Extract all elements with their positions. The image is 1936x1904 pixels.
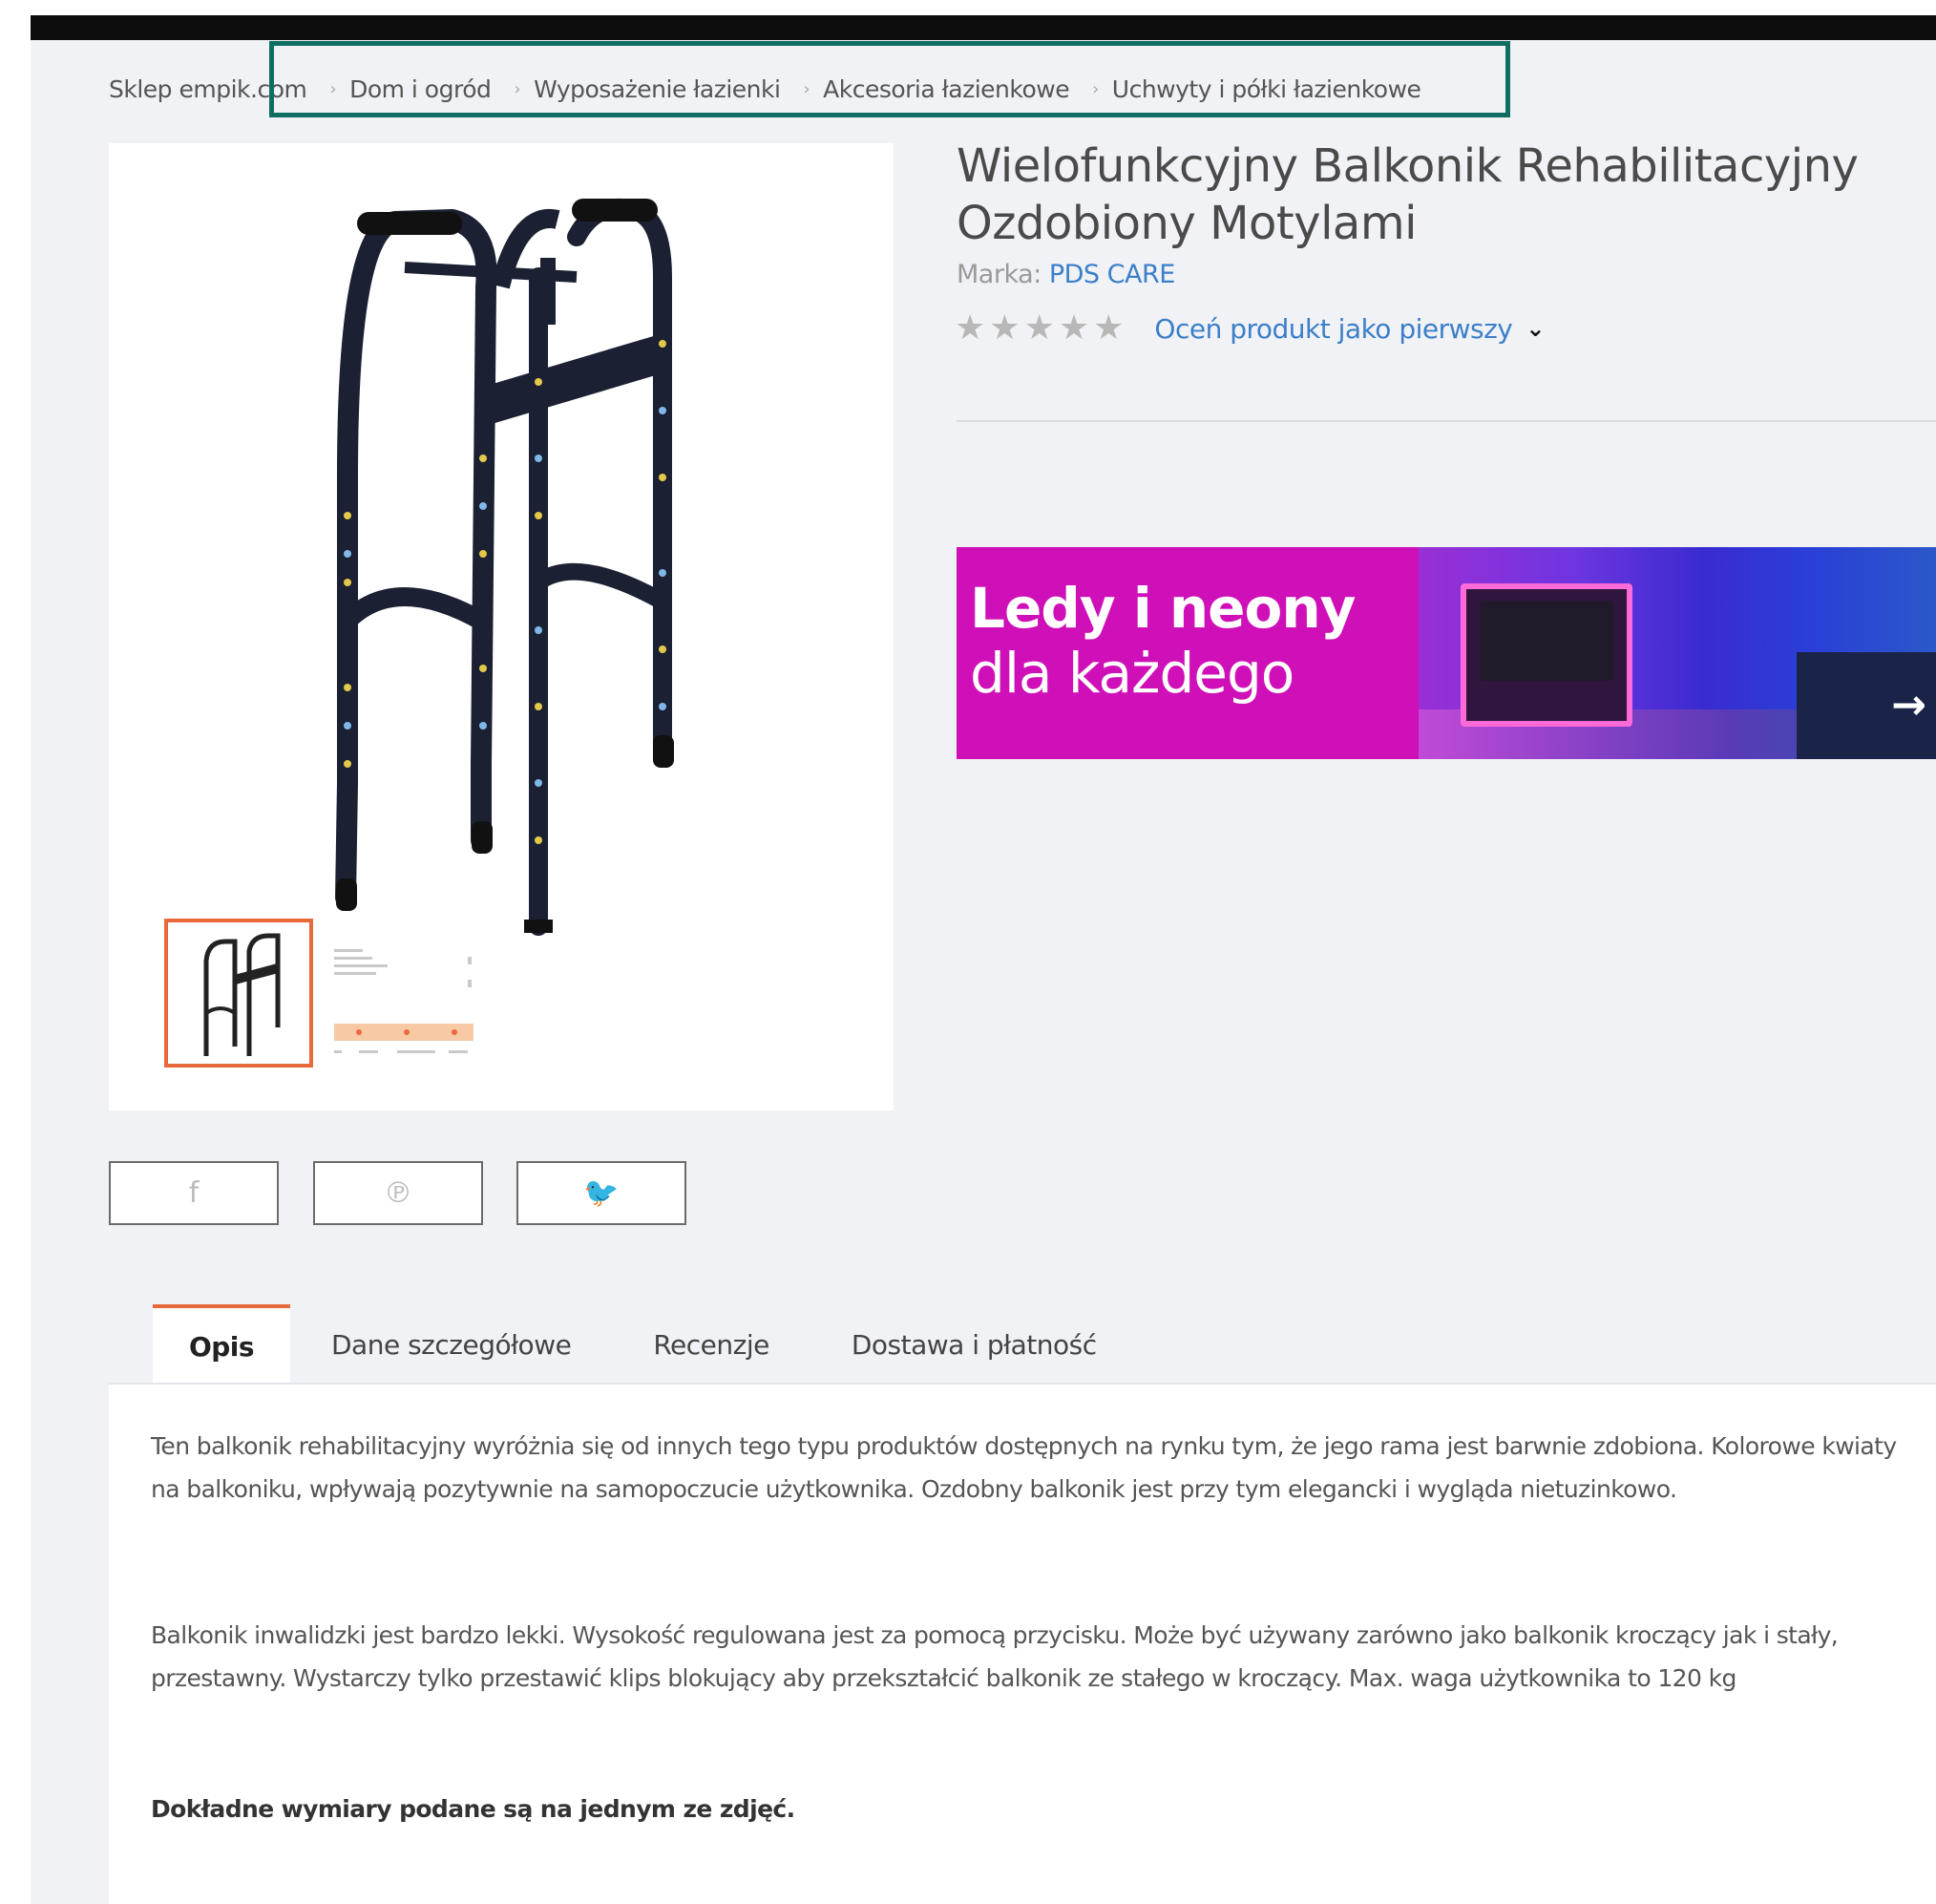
rate-product-link[interactable]: Oceń produkt jako pierwszy <box>1154 313 1512 345</box>
thumbnail-2[interactable] <box>330 919 479 1068</box>
product-main-image[interactable] <box>262 172 739 1031</box>
product-brand: Marka: PDS CARE <box>957 260 1175 289</box>
product-rating: ★ ★ ★ ★ ★ Oceń produkt jako pierwszy ⌄ <box>955 309 1545 348</box>
tab-dostawa-i-platnosc[interactable]: Dostawa i płatność <box>810 1304 1138 1385</box>
chevron-down-icon[interactable]: ⌄ <box>1526 315 1545 342</box>
breadcrumb-item-home[interactable]: Sklep empik.com <box>109 75 307 103</box>
thumbnail-dimensions-image <box>334 949 473 1053</box>
product-gallery <box>109 143 894 1111</box>
banner-headline: Ledy i neony <box>970 576 1356 641</box>
star-icon: ★ <box>1023 308 1055 348</box>
product-title: Wielofunkcyjny Balkonik Rehabilitacyjny … <box>957 139 1859 250</box>
rating-stars[interactable]: ★ ★ ★ ★ ★ <box>955 309 1124 348</box>
description-paragraph-2: Balkonik inwalidzki jest bardzo lekki. W… <box>151 1621 1839 1692</box>
breadcrumb-separator-icon: › <box>329 78 337 99</box>
breadcrumb-separator-icon: › <box>514 78 521 99</box>
breadcrumb-separator-icon: › <box>803 78 810 99</box>
thumbnail-walker-image <box>203 933 281 1056</box>
thumbnail-1[interactable] <box>164 919 313 1068</box>
description-paragraph-1: Ten balkonik rehabilitacyjny wyróżnia si… <box>151 1432 1897 1503</box>
star-icon: ★ <box>1058 308 1090 348</box>
breadcrumb-separator-icon: › <box>1092 78 1099 99</box>
top-bar <box>31 15 1936 40</box>
breadcrumb-item-wyposazenie-lazienki[interactable]: Wyposażenie łazienki <box>534 75 781 103</box>
divider <box>957 420 1936 422</box>
banner-text: Ledy i neony dla każdego <box>970 576 1356 706</box>
tab-dane-szczegolowe[interactable]: Dane szczegółowe <box>290 1304 612 1385</box>
star-icon: ★ <box>989 308 1021 348</box>
tabs-underline <box>109 1383 1936 1385</box>
banner-photo-screen <box>1480 601 1613 681</box>
tab-recenzje[interactable]: Recenzje <box>612 1304 810 1385</box>
breadcrumb-item-dom-i-ogrod[interactable]: Dom i ogród <box>349 75 492 103</box>
brand-link[interactable]: PDS CARE <box>1049 260 1175 289</box>
facebook-icon: f <box>188 1176 200 1210</box>
product-tabs: Opis Dane szczegółowe Recenzje Dostawa i… <box>153 1304 1138 1385</box>
twitter-icon: 🐦 <box>583 1176 620 1210</box>
breadcrumb: Sklep empik.com › Dom i ogród › Wyposaże… <box>109 73 1421 105</box>
star-icon: ★ <box>955 308 986 348</box>
share-twitter-button[interactable]: 🐦 <box>516 1161 686 1225</box>
share-facebook-button[interactable]: f <box>109 1161 279 1225</box>
brand-label: Marka: <box>957 260 1042 289</box>
breadcrumb-item-akcesoria-lazienkowe[interactable]: Akcesoria łazienkowe <box>823 75 1069 103</box>
arrow-right-icon[interactable]: → <box>1891 681 1926 730</box>
banner-subline: dla każdego <box>970 641 1294 706</box>
promo-banner[interactable]: Ledy i neony dla każdego → <box>957 547 1936 759</box>
breadcrumb-item-uchwyty-i-polki[interactable]: Uchwyty i półki łazienkowe <box>1112 75 1421 103</box>
star-icon: ★ <box>1093 308 1125 348</box>
tab-opis[interactable]: Opis <box>153 1304 290 1385</box>
pinterest-icon: ℗ <box>384 1176 412 1210</box>
description-paragraph-3: Dokładne wymiary podane są na jednym ze … <box>151 1795 795 1823</box>
share-pinterest-button[interactable]: ℗ <box>313 1161 483 1225</box>
